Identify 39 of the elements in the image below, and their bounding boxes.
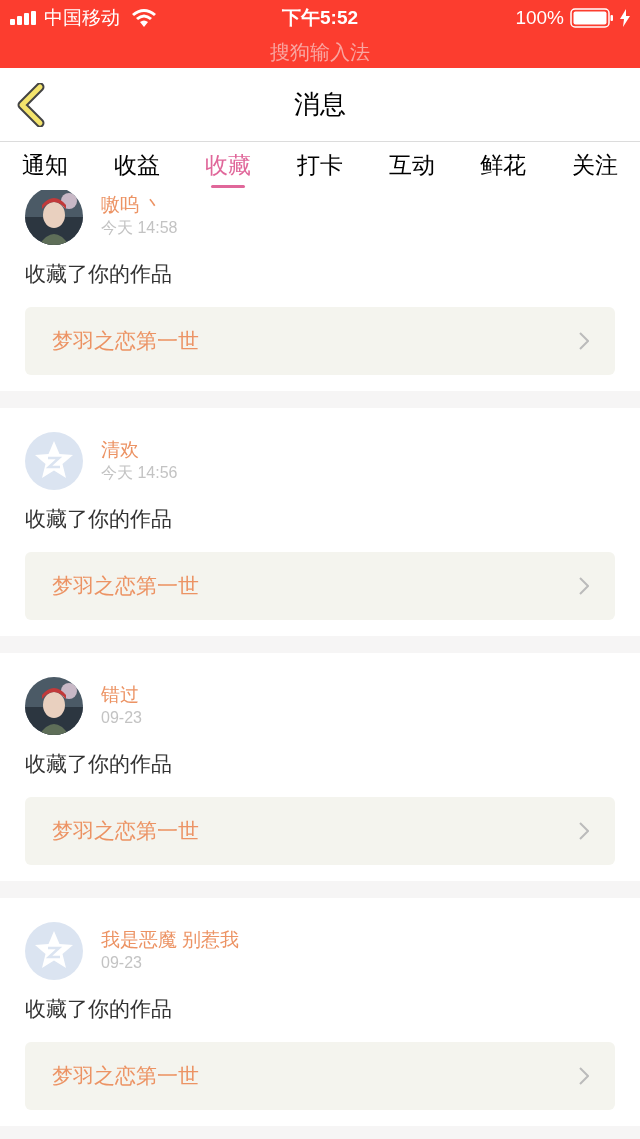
default-avatar-icon xyxy=(25,922,83,980)
message-time: 09-23 xyxy=(101,708,142,728)
chevron-right-icon xyxy=(579,822,589,840)
message-time: 今天 14:58 xyxy=(101,218,178,238)
default-avatar-icon xyxy=(25,432,83,490)
message-time: 今天 14:56 xyxy=(101,463,178,483)
work-link[interactable]: 梦羽之恋第一世 xyxy=(25,797,615,865)
work-link[interactable]: 梦羽之恋第一世 xyxy=(25,552,615,620)
message-text: 收藏了你的作品 xyxy=(25,261,173,287)
page-title: 消息 xyxy=(294,88,346,121)
message-text: 收藏了你的作品 xyxy=(25,996,173,1022)
category-tab[interactable]: 鲜花 xyxy=(476,148,531,188)
signal-icon xyxy=(10,11,38,25)
user-name[interactable]: 清欢 xyxy=(101,438,178,462)
category-tab[interactable]: 打卡 xyxy=(292,148,347,188)
wifi-icon xyxy=(132,9,156,27)
work-link[interactable]: 梦羽之恋第一世 xyxy=(25,1042,615,1110)
chevron-right-icon xyxy=(579,577,589,595)
battery-percentage: 100% xyxy=(515,5,564,30)
back-chevron-icon xyxy=(16,82,46,127)
chevron-right-icon xyxy=(579,1067,589,1085)
message-text: 收藏了你的作品 xyxy=(25,506,173,532)
carrier-name: 中国移动 xyxy=(44,5,120,30)
user-name[interactable]: 我是恶魔 别惹我 xyxy=(101,928,240,952)
user-name[interactable]: 错过 xyxy=(101,683,142,707)
charging-icon xyxy=(620,9,630,27)
message-text: 收藏了你的作品 xyxy=(25,751,173,777)
category-tab[interactable]: 互动 xyxy=(384,148,439,188)
work-link[interactable]: 梦羽之恋第一世 xyxy=(25,307,615,375)
keyboard-app-label: 搜狗输入法 xyxy=(270,40,370,65)
category-tab[interactable]: 关注 xyxy=(567,148,622,188)
category-tab[interactable]: 收藏 xyxy=(201,148,256,188)
category-tab[interactable]: 收益 xyxy=(109,148,164,188)
category-tab[interactable]: 通知 xyxy=(18,148,72,188)
message-time: 09-23 xyxy=(101,953,143,973)
chevron-right-icon xyxy=(579,332,589,350)
user-name[interactable]: 嗷呜 丶 xyxy=(101,193,178,217)
clock-time: 下午5:52 xyxy=(282,5,358,30)
battery-icon xyxy=(570,8,614,28)
